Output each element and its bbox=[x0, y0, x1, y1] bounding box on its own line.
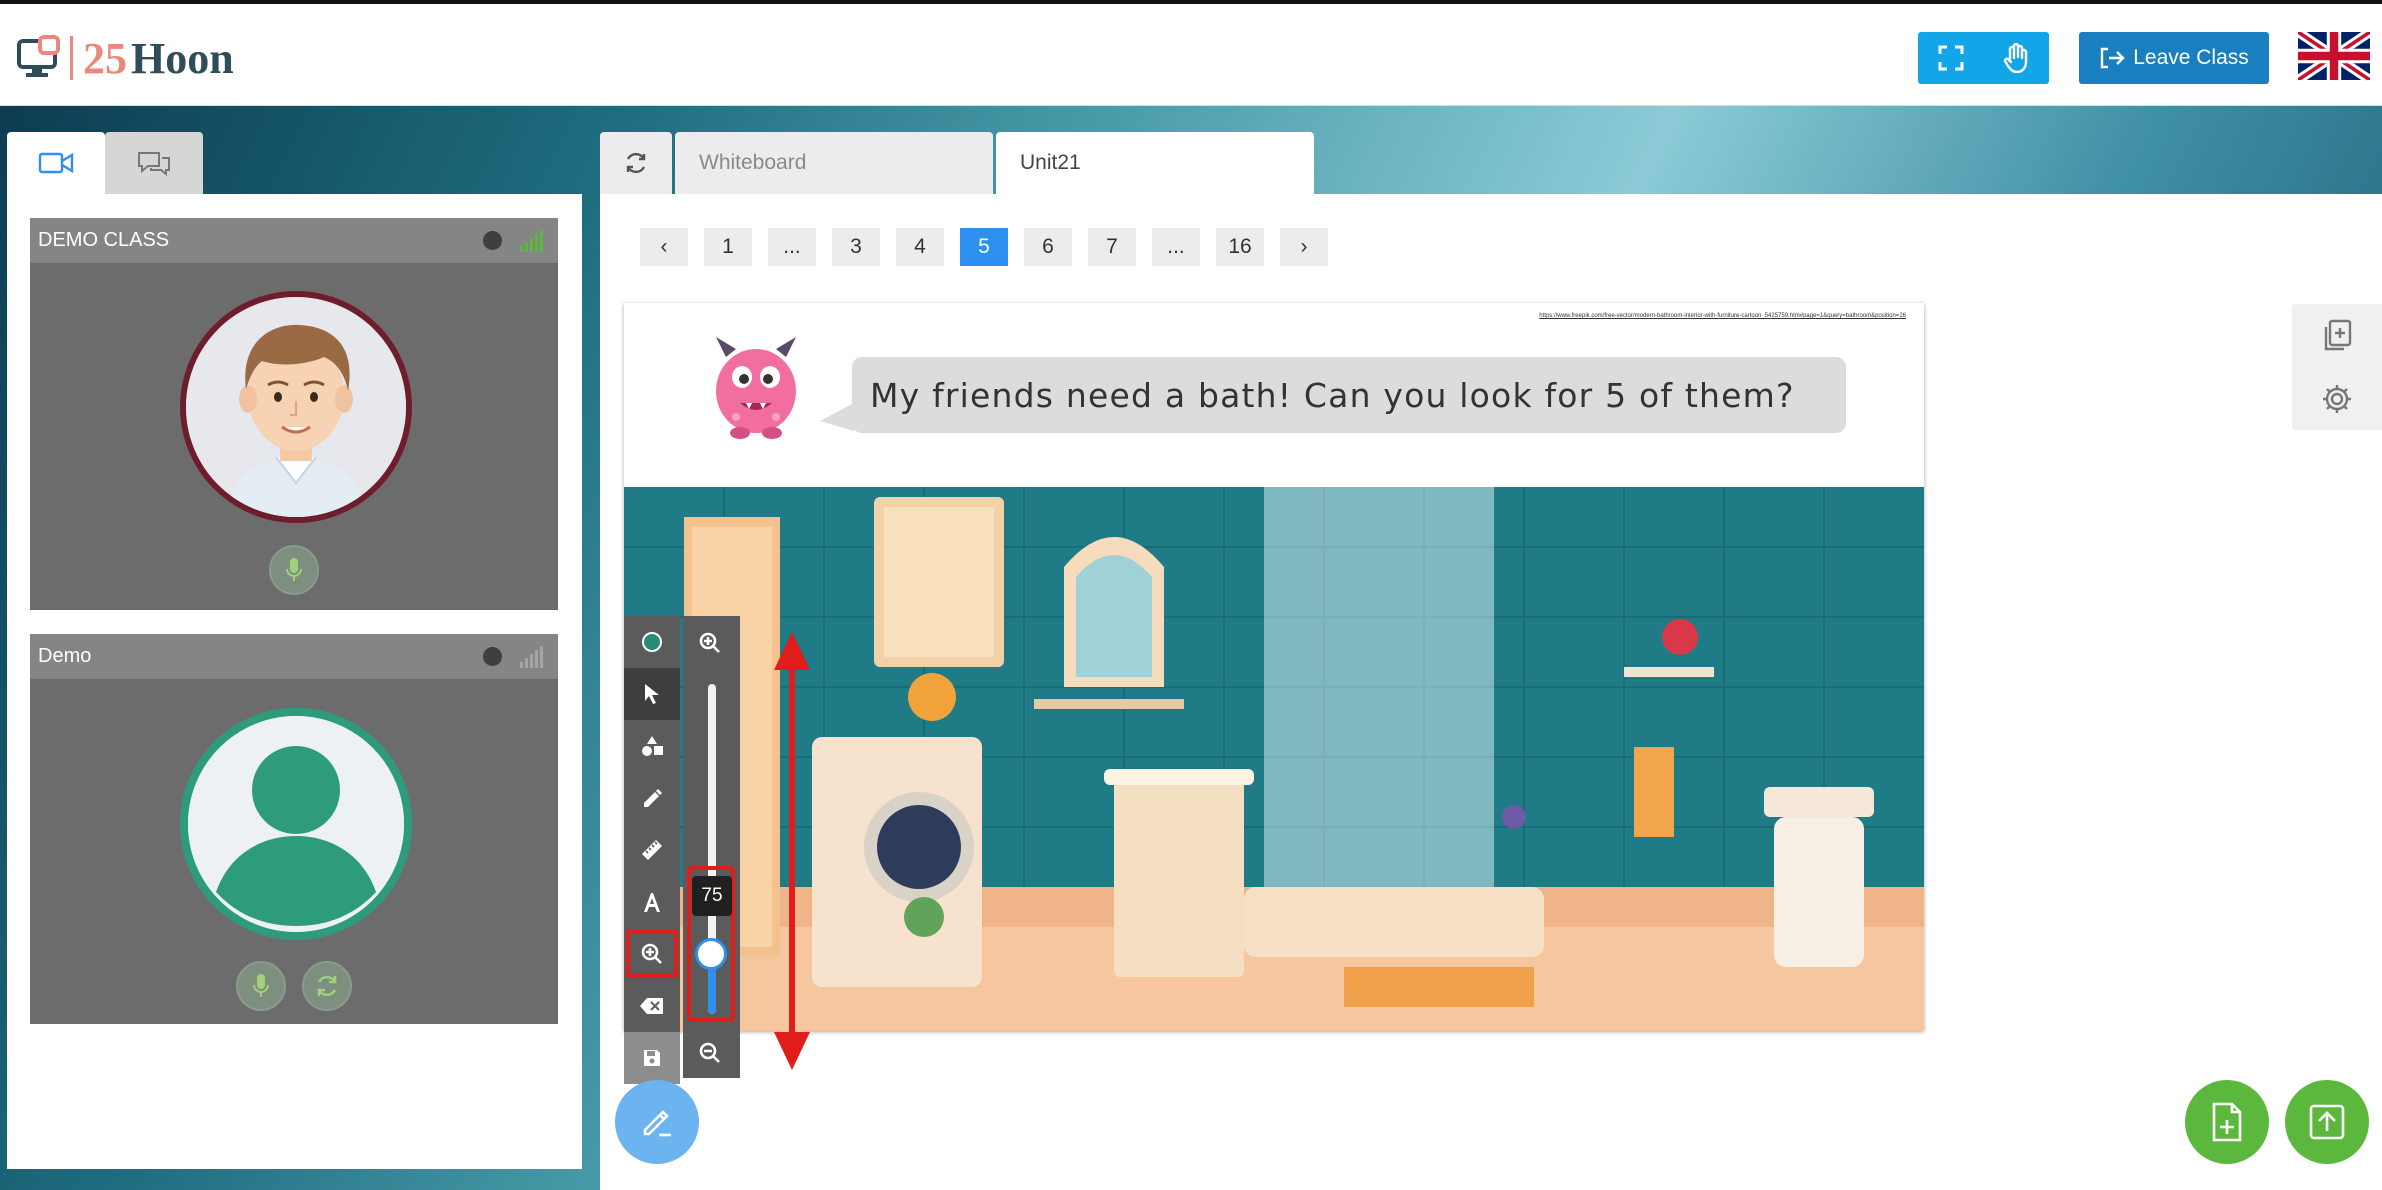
switch-camera-button[interactable] bbox=[302, 961, 352, 1011]
add-page-button[interactable] bbox=[2292, 304, 2382, 367]
refresh-button[interactable] bbox=[600, 132, 672, 194]
video-card-teacher: DEMO CLASS bbox=[30, 218, 558, 610]
tab-chat[interactable] bbox=[105, 132, 203, 194]
page-ellipsis[interactable]: ... bbox=[768, 228, 816, 266]
pagination: ‹ 1 ... 3 4 5 6 7 ... 16 › bbox=[640, 228, 1328, 266]
leave-class-button[interactable]: Leave Class bbox=[2079, 32, 2269, 84]
bathroom-scene-image bbox=[624, 487, 1924, 1031]
signal-strength-icon bbox=[520, 230, 543, 252]
text-icon bbox=[644, 893, 660, 912]
fullscreen-button[interactable] bbox=[1918, 32, 1983, 84]
page-4[interactable]: 4 bbox=[896, 228, 944, 266]
header: 25 Hoon Leave Class bbox=[0, 0, 2382, 106]
side-tools bbox=[2292, 304, 2382, 430]
leave-class-label: Leave Class bbox=[2133, 46, 2249, 69]
view-controls bbox=[1918, 32, 2049, 84]
pen-icon bbox=[643, 1110, 671, 1137]
teacher-avatar bbox=[180, 291, 412, 523]
double-arrow-annotation bbox=[774, 632, 810, 1070]
zoom-in-icon[interactable] bbox=[697, 630, 723, 656]
shapes-icon bbox=[642, 736, 663, 756]
zoom-tool[interactable] bbox=[624, 928, 680, 980]
logo-separator bbox=[70, 36, 73, 80]
gear-icon bbox=[2323, 384, 2351, 413]
zoom-slider-panel: 75 bbox=[683, 616, 740, 1078]
logo-number: 25 bbox=[83, 33, 127, 83]
pink-monster-image bbox=[716, 337, 796, 439]
video-card-student: Demo bbox=[30, 634, 558, 1024]
page-3[interactable]: 3 bbox=[832, 228, 880, 266]
page-6[interactable]: 6 bbox=[1024, 228, 1072, 266]
add-file-icon bbox=[2212, 1102, 2242, 1142]
tab-video[interactable] bbox=[7, 132, 105, 194]
hand-icon bbox=[2003, 43, 2027, 73]
copy-add-icon bbox=[2324, 319, 2352, 350]
video-camera-icon bbox=[38, 152, 74, 174]
tab-whiteboard[interactable]: Whiteboard bbox=[675, 132, 993, 194]
save-icon bbox=[644, 1050, 660, 1066]
speech-bubble: My friends need a bath! Can you look for… bbox=[852, 357, 1846, 433]
record-dot-icon bbox=[483, 231, 502, 250]
signal-strength-icon bbox=[520, 646, 543, 668]
mic-button[interactable] bbox=[236, 961, 286, 1011]
uk-flag-icon[interactable] bbox=[2298, 32, 2370, 80]
settings-button[interactable] bbox=[2292, 367, 2382, 430]
page-5-active[interactable]: 5 bbox=[960, 228, 1008, 266]
eraser-tool[interactable] bbox=[624, 980, 680, 1032]
ruler-tool[interactable] bbox=[624, 824, 680, 876]
refresh-icon bbox=[317, 975, 337, 997]
mic-button[interactable] bbox=[269, 545, 319, 595]
raise-hand-button[interactable] bbox=[1983, 32, 2048, 84]
page-16[interactable]: 16 bbox=[1216, 228, 1264, 266]
pencil-icon bbox=[644, 789, 662, 807]
fullscreen-icon bbox=[1938, 45, 1963, 71]
video-card-bar: Demo bbox=[30, 634, 558, 679]
participant-name: DEMO CLASS bbox=[38, 229, 170, 251]
lesson-slide[interactable]: https://www.freepik.com/free-vector/mode… bbox=[624, 303, 1924, 1031]
microphone-icon bbox=[253, 974, 269, 997]
eraser-icon bbox=[640, 998, 663, 1014]
user-placeholder-icon bbox=[188, 716, 404, 932]
video-card-bar: DEMO CLASS bbox=[30, 218, 558, 263]
new-document-button[interactable] bbox=[2185, 1080, 2269, 1164]
text-tool[interactable] bbox=[624, 876, 680, 928]
monitor-logo-icon bbox=[17, 35, 60, 77]
color-dot-icon bbox=[642, 632, 662, 652]
logo-word: Hoon bbox=[131, 33, 234, 83]
refresh-icon bbox=[626, 152, 646, 174]
draw-mode-button[interactable] bbox=[615, 1080, 699, 1164]
record-dot-icon bbox=[483, 647, 502, 666]
page-7[interactable]: 7 bbox=[1088, 228, 1136, 266]
shapes-tool[interactable] bbox=[624, 720, 680, 772]
page-1[interactable]: 1 bbox=[704, 228, 752, 266]
zoom-slider-handle[interactable] bbox=[695, 938, 727, 970]
pagination-next[interactable]: › bbox=[1280, 228, 1328, 266]
drawing-toolbar bbox=[624, 616, 680, 1084]
participant-name: Demo bbox=[38, 645, 92, 667]
page-ellipsis[interactable]: ... bbox=[1152, 228, 1200, 266]
zoom-out-icon[interactable] bbox=[697, 1040, 723, 1066]
exit-icon bbox=[2101, 47, 2125, 69]
tab-unit21[interactable]: Unit21 bbox=[996, 132, 1314, 194]
zoom-in-icon bbox=[641, 943, 662, 964]
cursor-arrow-icon bbox=[645, 684, 659, 704]
upload-icon bbox=[2309, 1104, 2345, 1140]
student-avatar bbox=[180, 708, 412, 940]
source-link[interactable]: https://www.freepik.com/free-vector/mode… bbox=[1539, 313, 1906, 319]
pen-tool[interactable] bbox=[624, 772, 680, 824]
participants-panel: DEMO CLASS Demo bbox=[7, 194, 582, 1169]
select-tool[interactable] bbox=[624, 668, 680, 720]
speech-bubble-tail bbox=[820, 403, 854, 431]
zoom-value-tooltip: 75 bbox=[692, 876, 732, 916]
upload-button[interactable] bbox=[2285, 1080, 2369, 1164]
microphone-icon bbox=[286, 558, 302, 581]
chat-icon bbox=[138, 152, 170, 177]
man-avatar-icon bbox=[186, 297, 406, 517]
pagination-prev[interactable]: ‹ bbox=[640, 228, 688, 266]
ruler-icon bbox=[642, 840, 662, 860]
save-tool[interactable] bbox=[624, 1032, 680, 1084]
color-picker-tool[interactable] bbox=[624, 616, 680, 668]
logo: 25 Hoon bbox=[16, 30, 234, 86]
